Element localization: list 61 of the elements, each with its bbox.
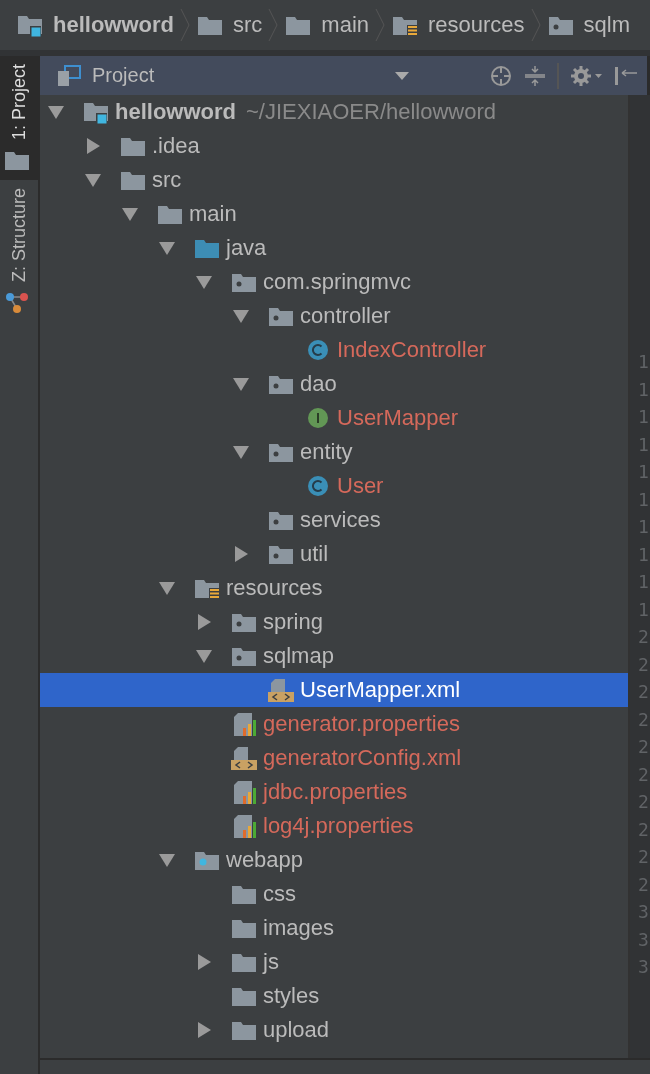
tree-item[interactable]: sqlmap	[40, 639, 628, 673]
expand-arrow-icon[interactable]	[158, 239, 176, 257]
expand-arrow-icon[interactable]	[121, 205, 139, 223]
tree-item[interactable]: User	[40, 469, 628, 503]
panel-title: Project	[92, 64, 155, 87]
expand-arrow-icon[interactable]	[158, 851, 176, 869]
breadcrumb[interactable]: hellowword	[16, 12, 174, 38]
collapse-arrow-icon[interactable]	[84, 137, 102, 155]
tree-item[interactable]: webapp	[40, 843, 628, 877]
xml-file-icon	[267, 678, 295, 702]
xml-file-icon	[230, 746, 258, 770]
project-view-icon	[56, 63, 82, 88]
tree-item[interactable]: UserMapper	[40, 401, 628, 435]
collapse-arrow-icon[interactable]	[195, 613, 213, 631]
tree-item[interactable]: jdbc.properties	[40, 775, 628, 809]
module-icon	[82, 100, 110, 124]
breadcrumb[interactable]: main	[284, 12, 369, 38]
breadcrumb[interactable]: resources	[391, 12, 525, 38]
expand-arrow-icon[interactable]	[158, 579, 176, 597]
tree-item[interactable]: generatorConfig.xml	[40, 741, 628, 775]
tool-window-tab[interactable]: Z: Structure	[0, 180, 38, 323]
tree-item[interactable]: services	[40, 503, 628, 537]
tool-window-tab[interactable]: 1: Project	[0, 56, 38, 181]
tree-item[interactable]: log4j.properties	[40, 809, 628, 843]
module-icon	[16, 13, 44, 37]
tree-item[interactable]: hellowword ~/JIEXIAOER/hellowword	[40, 95, 628, 129]
collapse-arrow-icon[interactable]	[195, 1021, 213, 1039]
collapse-arrow-icon[interactable]	[232, 545, 250, 563]
tree-item[interactable]: images	[40, 911, 628, 945]
tree-item[interactable]: upload	[40, 1013, 628, 1047]
expand-arrow-icon[interactable]	[84, 171, 102, 189]
tree-item[interactable]: generator.properties	[40, 707, 628, 741]
tree-item[interactable]: .idea	[40, 129, 628, 163]
tree-item[interactable]: main	[40, 197, 628, 231]
tree-item[interactable]: util	[40, 537, 628, 571]
tree-item[interactable]: UserMapper.xml	[40, 673, 628, 707]
collapse-arrow-icon[interactable]	[195, 953, 213, 971]
tree-item[interactable]: IndexController	[40, 333, 628, 367]
tree-item[interactable]: controller	[40, 299, 628, 333]
expand-arrow-icon[interactable]	[195, 273, 213, 291]
tree-item[interactable]: js	[40, 945, 628, 979]
expand-arrow-icon[interactable]	[47, 103, 65, 121]
tree-item[interactable]: spring	[40, 605, 628, 639]
dropdown-arrow-icon[interactable]	[395, 70, 409, 81]
tree-item[interactable]: css	[40, 877, 628, 911]
expand-arrow-icon[interactable]	[232, 375, 250, 393]
tree-item[interactable]: java	[40, 231, 628, 265]
settings-icon[interactable]	[569, 63, 603, 88]
tree-item[interactable]: dao	[40, 367, 628, 401]
tree-item[interactable]: com.springmvc	[40, 265, 628, 299]
expand-arrow-icon[interactable]	[195, 647, 213, 665]
expand-arrow-icon[interactable]	[232, 307, 250, 325]
tree-item[interactable]: src	[40, 163, 628, 197]
crosshair-icon[interactable]	[489, 63, 513, 88]
breadcrumb[interactable]: src	[196, 12, 263, 38]
expand-arrow-icon[interactable]	[232, 443, 250, 461]
tree-item[interactable]: styles	[40, 979, 628, 1013]
breadcrumb[interactable]: sqlm	[546, 12, 631, 38]
collapse-all-icon[interactable]	[523, 63, 547, 88]
tree-item[interactable]: entity	[40, 435, 628, 469]
tree-item[interactable]: resources	[40, 571, 628, 605]
